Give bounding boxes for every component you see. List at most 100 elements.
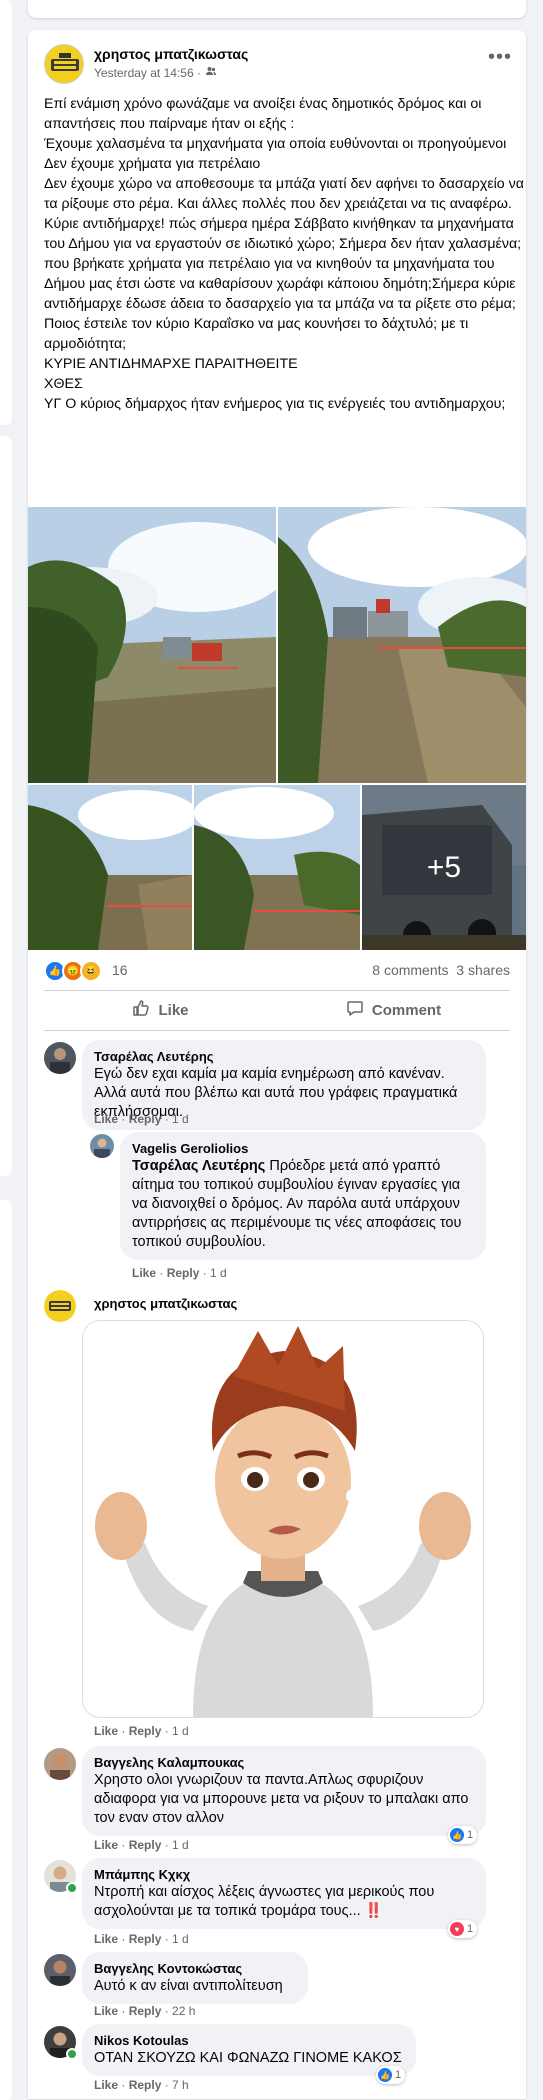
comment-like-link[interactable]: Like (94, 1932, 118, 1946)
comment-reply-link[interactable]: Reply (129, 1838, 162, 1852)
photo-grid: +5 (28, 507, 526, 950)
like-reaction-icon: 👍 (378, 2068, 392, 2082)
comment-actions: Like · Reply · 7 h (94, 2078, 189, 2092)
haha-reaction-icon: 😆 (80, 960, 102, 982)
comment-reply-link[interactable]: Reply (129, 2004, 162, 2018)
post-header: χρηστος μπατζικωστας Yesterday at 14:56 … (44, 44, 514, 84)
comment-reactions[interactable]: ♥ 1 (448, 1920, 478, 1938)
post-meta: Yesterday at 14:56 · (94, 65, 217, 80)
photo-3[interactable] (28, 785, 192, 950)
online-status-indicator (66, 2048, 78, 2060)
like-button-label: Like (158, 1001, 189, 1019)
post-text-line: ΚΥΡΙΕ ΑΝΤΙΔΗΜΑΡΧΕ ΠΑΡΑΙΤΗΘΕΙΤΕ (44, 356, 298, 372)
mentioned-user[interactable]: Τσαρέλας Λευτέρης (132, 1158, 265, 1174)
photo-1[interactable] (28, 507, 276, 783)
comment-actions: Like · Reply · 1 d (94, 1112, 189, 1126)
post-card: χρηστος μπατζικωστας Yesterday at 14:56 … (28, 30, 526, 2099)
comment-time[interactable]: 1 d (210, 1266, 227, 1280)
photo-4[interactable] (194, 785, 360, 950)
comment-like-link[interactable]: Like (132, 1266, 156, 1280)
comment-reactions[interactable]: 👍 1 (376, 2066, 406, 2084)
comment-time[interactable]: 1 d (172, 1838, 189, 1852)
left-panel-edge (0, 1200, 12, 2100)
post-text-line: Δεν έχουμε χρήματα για πετρέλαιο (44, 156, 261, 172)
comment-time[interactable]: 7 h (172, 2078, 189, 2092)
comment-like-link[interactable]: Like (94, 1838, 118, 1852)
post-text-line: Επί ενάμιση χρόνο φωνάζαμε να ανοίξει έν… (44, 96, 486, 132)
commenter-name[interactable]: Nikos Kotoulas (94, 2032, 404, 2049)
commenter-avatar[interactable] (44, 1290, 76, 1322)
divider (44, 990, 510, 991)
comment-reaction-count: 1 (467, 1923, 474, 1935)
post-text-line: Ποιος έστειλε τον κύριο Καραΐσκο να μας … (44, 316, 473, 352)
comment-time[interactable]: 22 h (172, 2004, 195, 2018)
comment-reply-link[interactable]: Reply (129, 1724, 162, 1738)
comment-bubble: Μπάμπης Κχκχ Ντροπή και αίσχος λέξεις άγ… (82, 1858, 486, 1929)
commenter-name[interactable]: χρηστος μπατζικωστας (94, 1296, 237, 1311)
reaction-count[interactable]: 16 (112, 962, 128, 978)
reaction-summary: 👍 😠 😆 16 8 comments 3 shares (44, 958, 510, 982)
comment-bubble: Βαγγελης Κοντοκώστας Αυτό κ αν είναι αντ… (82, 1952, 308, 2004)
post-text-line: Δεν έχουμε χώρο να αποθεσουμε τα μπάζα γ… (44, 176, 524, 212)
comment-text: Ντροπή και αίσχος λέξεις άγνωστες για με… (94, 1884, 439, 1919)
comment-actions: Like · Reply · 1 d (94, 1932, 189, 1946)
love-reaction-icon: ♥ (450, 1922, 464, 1936)
post-text: Επί ενάμιση χρόνο φωνάζαμε να ανοίξει έν… (44, 94, 524, 414)
commenter-avatar[interactable] (44, 1042, 76, 1074)
commenter-name[interactable]: Μπάμπης Κχκχ (94, 1866, 474, 1883)
comment-actions: Like · Reply · 22 h (94, 2004, 196, 2018)
author-avatar[interactable] (44, 44, 84, 84)
comment-like-link[interactable]: Like (94, 1112, 118, 1126)
comment-reply-link[interactable]: Reply (129, 1932, 162, 1946)
comment-reply-link[interactable]: Reply (129, 2078, 162, 2092)
commenter-avatar[interactable] (44, 1954, 76, 1986)
counts: 8 comments 3 shares (372, 962, 510, 978)
post-actions: Like Comment (44, 992, 510, 1028)
comment-reaction-count: 1 (395, 2069, 402, 2081)
like-reaction-icon: 👍 (450, 1828, 464, 1842)
comment-button-label: Comment (371, 1001, 442, 1019)
thumbs-up-icon (132, 999, 150, 1021)
previous-post-card (28, 0, 526, 18)
commenter-name[interactable]: Βαγγελης Καλαμπουκας (94, 1754, 474, 1771)
comment-time[interactable]: 1 d (172, 1724, 189, 1738)
commenter-avatar[interactable] (90, 1134, 114, 1158)
comment-reply-link[interactable]: Reply (167, 1266, 200, 1280)
photo-2[interactable] (278, 507, 526, 783)
comment-reply-link[interactable]: Reply (129, 1112, 162, 1126)
post-text-line: Κύριε αντιδήμαρχε! πώς σήμερα ημέρα Σάββ… (44, 216, 526, 312)
comment-like-link[interactable]: Like (94, 2004, 118, 2018)
comment-text: ΟΤΑΝ ΣΚΟΥΖΩ ΚΑΙ ΦΩΝΑΖΩ ΓΙΝΟΜΕ ΚΑΚΟΣ (94, 2050, 402, 2066)
post-text-line: ΧΘΕΣ (44, 376, 83, 392)
comment-icon (346, 999, 364, 1021)
commenter-name[interactable]: Vagelis Geroliolios (132, 1140, 474, 1157)
more-options-icon[interactable]: ••• (486, 47, 514, 70)
reaction-icons[interactable]: 👍 😠 😆 (44, 960, 102, 982)
comment-text: Χρηστο ολοι γνωριζουν τα παντα.Απλως σφυ… (94, 1772, 473, 1826)
commenter-name[interactable]: Τσαρέλας Λευτέρης (94, 1048, 474, 1065)
more-photos-overlay[interactable]: +5 (362, 785, 526, 950)
shares-count[interactable]: 3 shares (456, 962, 510, 978)
comment-button[interactable]: Comment (277, 992, 510, 1028)
comment-reactions[interactable]: 👍 1 (448, 1826, 478, 1844)
comment-like-link[interactable]: Like (94, 2078, 118, 2092)
comment-text: Αυτό κ αν είναι αντιπολίτευση (94, 1978, 283, 1994)
comment-bubble: Nikos Kotoulas ΟΤΑΝ ΣΚΟΥΖΩ ΚΑΙ ΦΩΝΑΖΩ ΓΙ… (82, 2024, 416, 2076)
photo-5[interactable]: +5 (362, 785, 526, 950)
comment-actions: Like · Reply · 1 d (94, 1724, 189, 1738)
commenter-avatar[interactable] (44, 1748, 76, 1780)
comment-time[interactable]: 1 d (172, 1932, 189, 1946)
post-author-name[interactable]: χρηστος μπατζικωστας (94, 46, 248, 62)
comments-count[interactable]: 8 comments (372, 962, 448, 978)
comment-bubble: Vagelis Geroliolios Τσαρέλας Λευτέρης Πρ… (120, 1132, 486, 1260)
comment-reaction-count: 1 (467, 1829, 474, 1841)
comment-time[interactable]: 1 d (172, 1112, 189, 1126)
friends-icon[interactable] (205, 65, 217, 80)
post-text-line: Έχουμε χαλασμένα τα μηχανήματα για οποία… (44, 136, 507, 152)
post-timestamp[interactable]: Yesterday at 14:56 · (94, 66, 201, 80)
like-button[interactable]: Like (44, 992, 277, 1028)
commenter-name[interactable]: Βαγγελης Κοντοκώστας (94, 1960, 296, 1977)
online-status-indicator (66, 1882, 78, 1894)
comment-actions: Like · Reply · 1 d (94, 1838, 189, 1852)
comment-like-link[interactable]: Like (94, 1724, 118, 1738)
